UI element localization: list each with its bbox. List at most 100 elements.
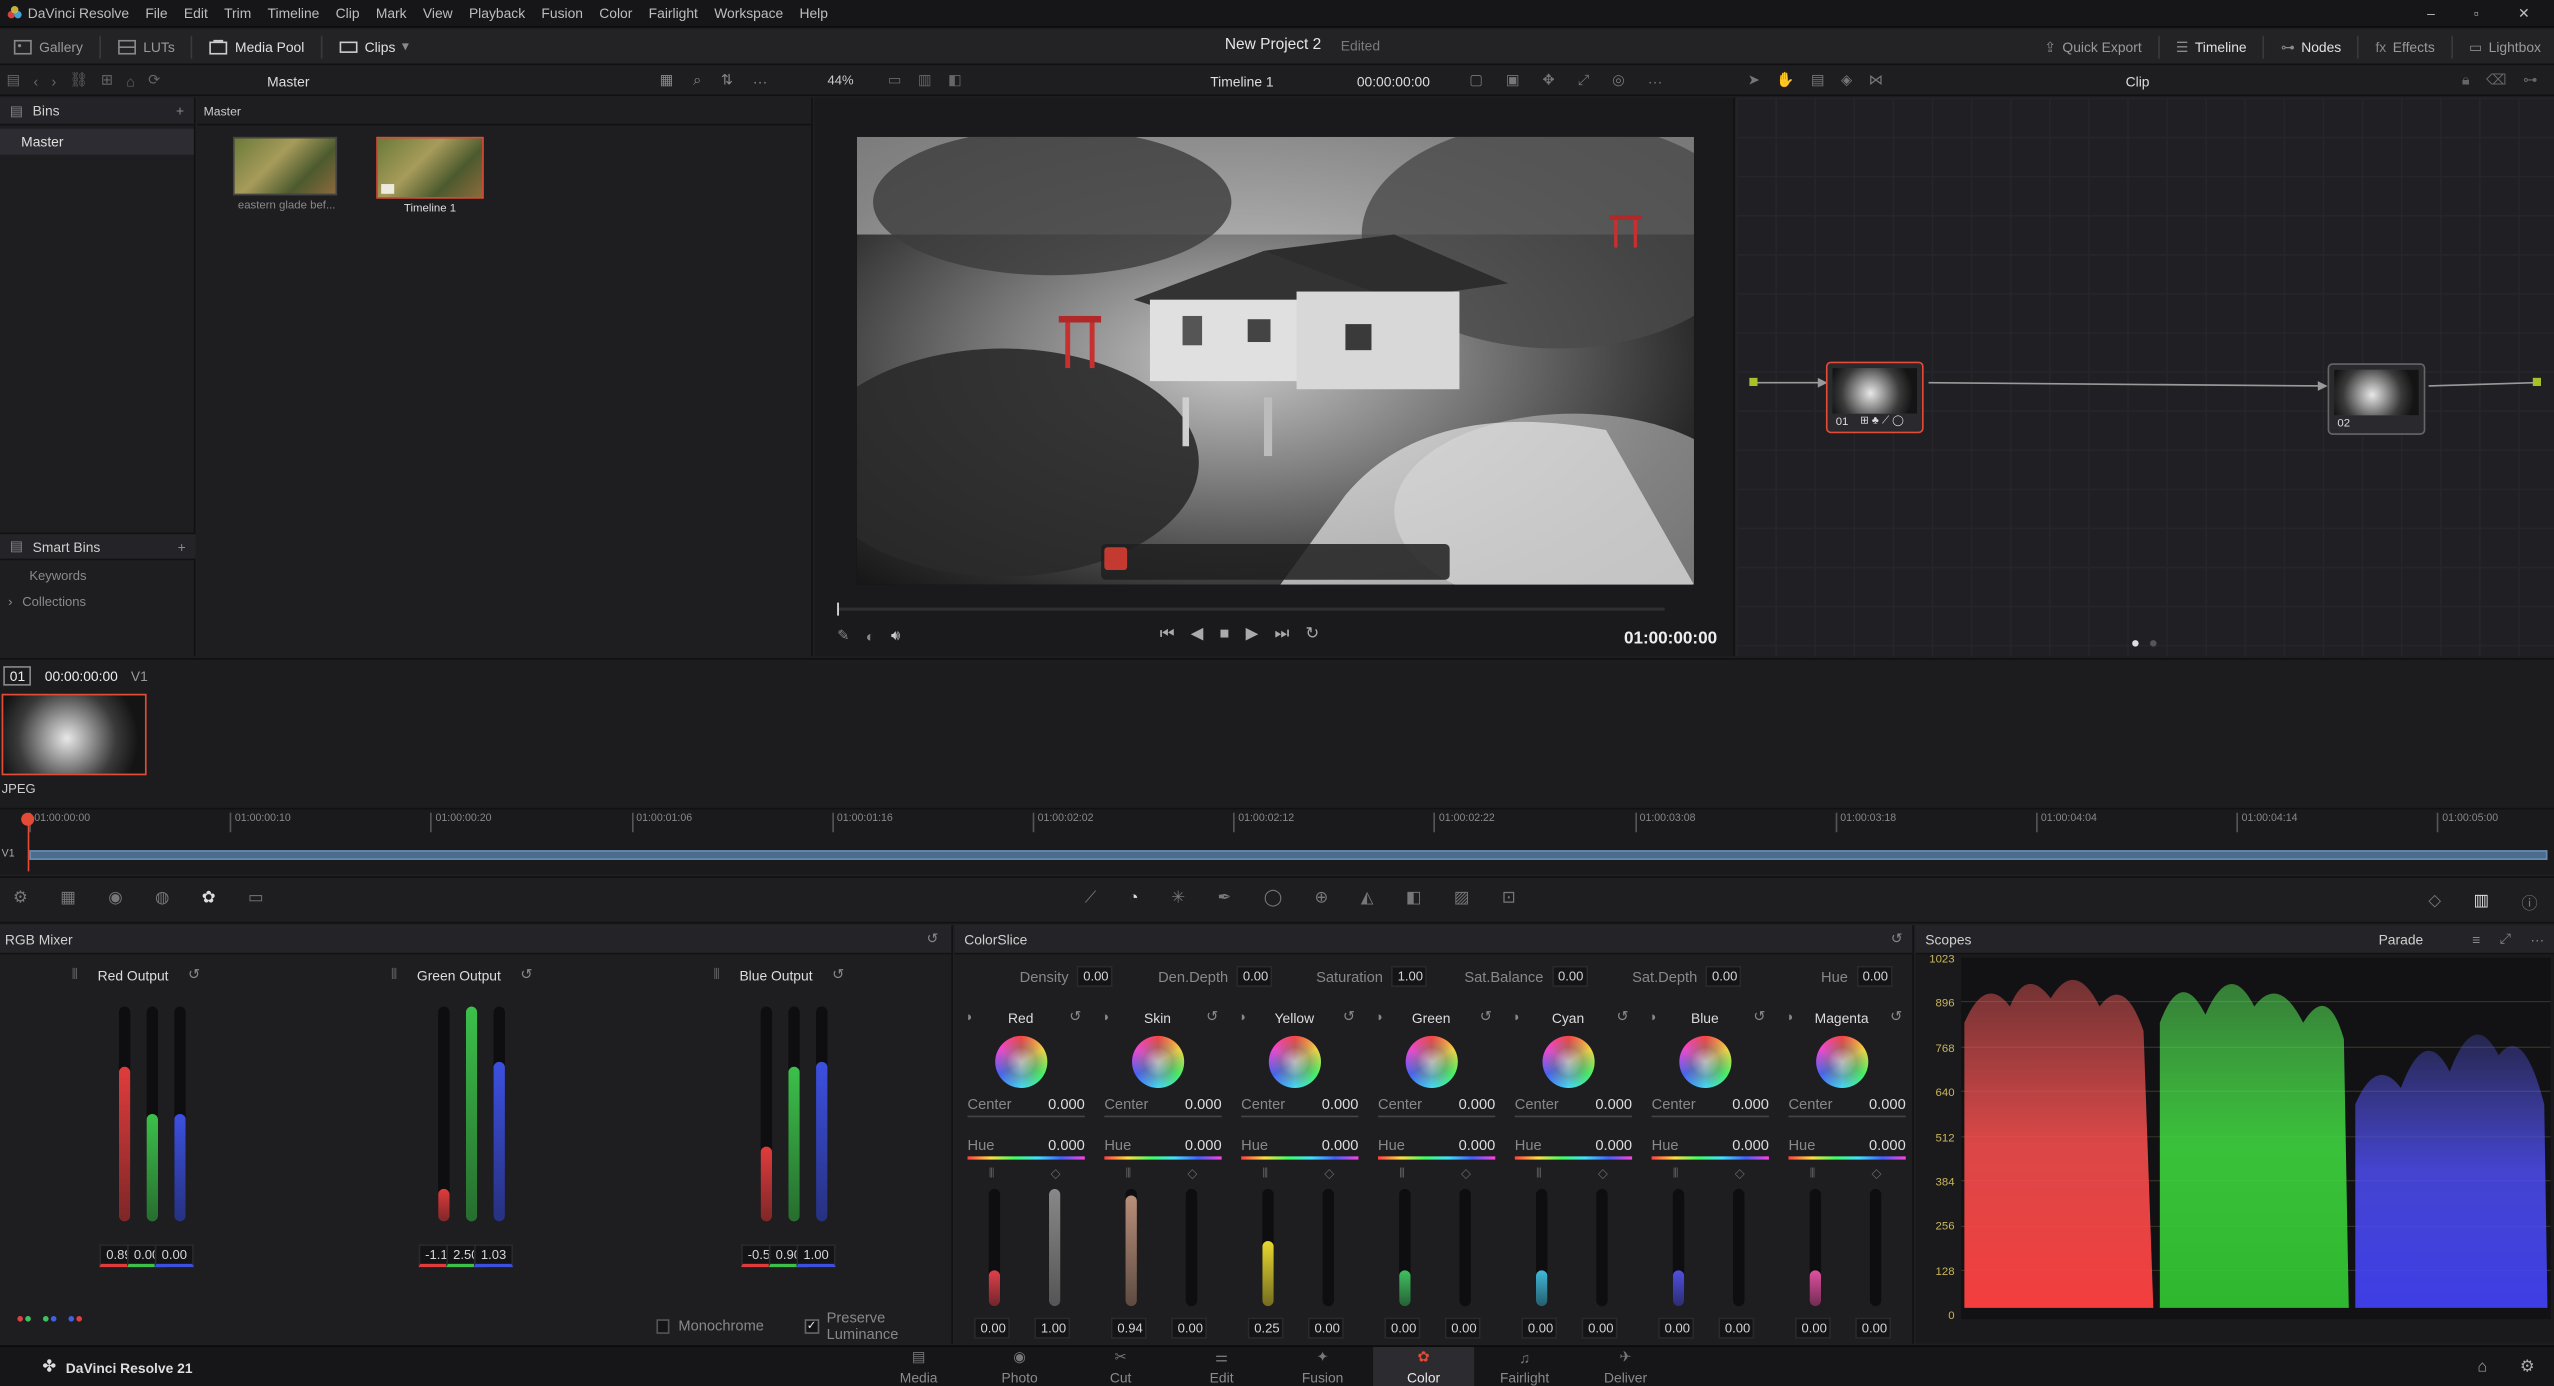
channel-value[interactable]: 1.00 xyxy=(796,1244,836,1268)
node-options-icon[interactable]: ⊶ xyxy=(2523,72,2538,90)
density-slider[interactable] xyxy=(1399,1188,1411,1307)
clip-strip-thumbnail[interactable] xyxy=(1,693,147,776)
keyframes-icon[interactable]: ◇ xyxy=(2428,893,2441,911)
bin-item-master[interactable]: Master xyxy=(0,128,194,155)
info-icon[interactable]: ⓘ xyxy=(2521,889,2537,914)
monochrome-checkbox[interactable] xyxy=(656,1318,671,1334)
timecode-display[interactable]: 00:00:00:00 xyxy=(1357,73,1430,89)
slice-toggle-icon[interactable]: ◑ xyxy=(1785,1010,1793,1025)
hue-slider[interactable] xyxy=(1651,1156,1769,1160)
page-fusion[interactable]: ✦ Fusion xyxy=(1272,1347,1373,1386)
output-reset-icon[interactable]: ↺ xyxy=(832,966,844,984)
density-slider[interactable] xyxy=(1125,1188,1137,1307)
center-value[interactable]: 0.000 xyxy=(1185,1096,1222,1112)
saturation-value[interactable]: 0.00 xyxy=(1171,1317,1207,1339)
channel-slider-r[interactable] xyxy=(118,1006,131,1222)
hdr-icon[interactable]: ◍ xyxy=(155,889,169,907)
search-icon[interactable]: ⌕ xyxy=(693,72,701,90)
home-icon[interactable]: ⌂ xyxy=(2477,1358,2487,1376)
import-icon[interactable]: ⊞ xyxy=(101,72,113,90)
clips-button[interactable]: Clips ▾ xyxy=(339,37,409,55)
saturation-slider[interactable] xyxy=(1322,1188,1335,1307)
hue-slider[interactable] xyxy=(1377,1156,1496,1160)
channel-slider-r[interactable] xyxy=(438,1006,450,1222)
slice-toggle-icon[interactable]: ◑ xyxy=(1648,1010,1656,1025)
center-slider[interactable] xyxy=(1377,1115,1496,1118)
density-slider[interactable] xyxy=(1672,1188,1685,1307)
hue-slider[interactable] xyxy=(1788,1156,1906,1160)
fullscreen-icon[interactable]: ⤢ xyxy=(1578,72,1590,90)
timeline-toggle-button[interactable]: ☰ Timeline xyxy=(2176,38,2247,56)
slice-hue-wheel[interactable] xyxy=(1405,1035,1458,1088)
viewer-mode-icon[interactable]: ▢ xyxy=(1469,72,1483,90)
page-color[interactable]: ✿ Color xyxy=(1373,1346,1475,1386)
slice-hue-wheel[interactable] xyxy=(1679,1035,1732,1088)
center-value[interactable]: 0.000 xyxy=(1732,1096,1769,1112)
menu-help[interactable]: Help xyxy=(791,5,836,21)
sort-icon[interactable]: ⇅ xyxy=(721,72,733,90)
center-value[interactable]: 0.000 xyxy=(1869,1096,1906,1112)
menu-edit[interactable]: Edit xyxy=(176,5,216,21)
tracker-icon[interactable]: ⊕ xyxy=(1315,889,1329,907)
global-value[interactable]: 1.00 xyxy=(1391,965,1427,987)
node-01[interactable]: 01 ⊞ ♣ ⟋ ◯ xyxy=(1825,361,1924,434)
center-slider[interactable] xyxy=(1788,1115,1906,1118)
qualifier-icon[interactable]: ✒ xyxy=(1217,889,1231,907)
eyedropper-icon[interactable]: ✎ xyxy=(837,627,849,645)
preset-blue-icon[interactable]: ●● xyxy=(67,1311,83,1326)
slice-toggle-icon[interactable]: ◑ xyxy=(964,1010,972,1025)
center-slider[interactable] xyxy=(1104,1115,1222,1118)
menu-clip[interactable]: Clip xyxy=(328,5,368,21)
menu-timeline[interactable]: Timeline xyxy=(259,5,327,21)
density-value[interactable]: 0.25 xyxy=(1247,1317,1284,1339)
display-icon[interactable]: ▣ xyxy=(1506,72,1520,90)
expand-chevron-icon[interactable]: › xyxy=(8,594,12,609)
hue-slider[interactable] xyxy=(1514,1156,1633,1160)
grid-view-icon[interactable]: ▦ xyxy=(660,72,674,90)
channel-slider-b[interactable] xyxy=(493,1006,505,1222)
slice-reset-icon[interactable]: ↺ xyxy=(1069,1008,1081,1026)
hue-value[interactable]: 0.000 xyxy=(1869,1137,1906,1153)
timeline-dropdown[interactable]: Timeline 1 xyxy=(1210,73,1273,89)
channel-slider-b[interactable] xyxy=(174,1006,186,1222)
split-viewer-icon[interactable]: ▥ xyxy=(918,72,932,90)
slice-reset-icon[interactable]: ↺ xyxy=(1617,1008,1629,1026)
center-value[interactable]: 0.000 xyxy=(1048,1096,1085,1112)
scale-icon[interactable]: ✥ xyxy=(1543,72,1555,90)
saturation-slider[interactable] xyxy=(1048,1188,1061,1307)
menu-fairlight[interactable]: Fairlight xyxy=(641,5,707,21)
magic-mask-icon[interactable]: ◭ xyxy=(1361,889,1374,907)
saturation-value[interactable]: 1.00 xyxy=(1034,1317,1071,1339)
minimize-icon[interactable]: – xyxy=(2419,5,2443,21)
motion-effects-icon[interactable]: ▭ xyxy=(248,889,263,907)
saturation-slider[interactable] xyxy=(1185,1188,1198,1307)
scope-more-icon[interactable]: ··· xyxy=(2530,931,2544,947)
settings-gear-icon[interactable]: ⚙ xyxy=(2520,1358,2535,1376)
lock-icon[interactable]: 🔒︎ xyxy=(2462,72,2470,90)
output-reset-icon[interactable]: ↺ xyxy=(188,966,200,984)
global-value[interactable]: 0.00 xyxy=(1551,965,1588,987)
colorslice-icon[interactable]: ◔ xyxy=(1129,889,1139,907)
slice-reset-icon[interactable]: ↺ xyxy=(1206,1008,1218,1026)
tag-icon[interactable]: ⌂ xyxy=(126,72,135,88)
gallery-button[interactable]: Gallery xyxy=(13,38,83,55)
page-cut[interactable]: ✂ Cut xyxy=(1070,1347,1171,1386)
density-value[interactable]: 0.00 xyxy=(1521,1317,1558,1339)
preset-red-icon[interactable]: ●● xyxy=(16,1311,32,1326)
output-reset-icon[interactable]: ↺ xyxy=(520,966,532,984)
page-deliver[interactable]: ✈ Deliver xyxy=(1575,1347,1676,1386)
channel-slider-g[interactable] xyxy=(146,1006,158,1222)
node-stack-icon[interactable]: ◈ xyxy=(1841,72,1852,90)
saturation-slider[interactable] xyxy=(1733,1188,1745,1307)
channel-slider-r[interactable] xyxy=(760,1006,773,1222)
slice-hue-wheel[interactable] xyxy=(1268,1035,1321,1088)
menu-file[interactable]: File xyxy=(137,5,176,21)
sizing-icon[interactable]: ⊡ xyxy=(1502,889,1516,907)
density-slider[interactable] xyxy=(1535,1188,1548,1307)
lightbox-toggle-button[interactable]: ▭ Lightbox xyxy=(2469,38,2541,56)
density-slider[interactable] xyxy=(988,1188,1001,1307)
menu-trim[interactable]: Trim xyxy=(216,5,259,21)
play-reverse-icon[interactable]: ◀ xyxy=(1191,625,1204,643)
scope-mode-dropdown[interactable]: Parade xyxy=(2379,931,2424,947)
clip-card-timeline-1[interactable]: Timeline 1 xyxy=(376,136,484,215)
